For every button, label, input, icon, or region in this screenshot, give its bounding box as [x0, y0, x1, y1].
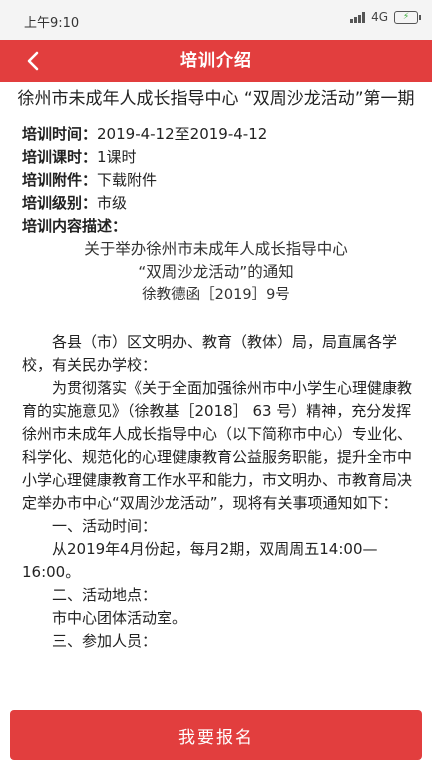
page-title: 培训介绍 [180, 51, 252, 71]
content-area[interactable]: 徐州市未成年人成长指导中心 “双周沙龙活动”第一期 培训时间：2019-4-12… [0, 86, 432, 653]
status-bar: 上午9:10 4G ⚡ [0, 0, 432, 40]
bottom-bar: 我要报名 [0, 706, 432, 768]
status-icons: 4G ⚡ [350, 10, 421, 24]
notice-item-title: 一、活动时间： [52, 517, 158, 535]
status-time: 上午9:10 [24, 16, 80, 31]
meta-row-attachment: 培训附件：下载附件 [22, 169, 412, 192]
meta-label: 培训附件： [22, 171, 98, 189]
notice-item-title: 三、参加人员： [52, 632, 158, 650]
training-title: 徐州市未成年人成长指导中心 “双周沙龙活动”第一期 [17, 89, 415, 109]
meta-label: 培训内容描述： [22, 217, 128, 235]
signup-button[interactable]: 我要报名 [10, 710, 422, 760]
meta-value: 2019-4-12至2019-4-12 [97, 125, 268, 143]
meta-label: 培训课时： [22, 148, 98, 166]
download-attachment-link[interactable]: 下载附件 [97, 171, 157, 189]
notice-body: 关于举办徐州市未成年人成长指导中心 “双周沙龙活动”的通知 徐教德函［2019］… [6, 238, 426, 653]
meta-value: 市级 [97, 194, 128, 212]
notice-item-title: 二、活动地点： [52, 586, 158, 604]
notice-item-text: 从2019年4月份起，每月2期，双周周五14:00—16:00。 [22, 540, 378, 581]
battery-charging-icon: ⚡ [394, 10, 421, 24]
document-number: 徐教德函［2019］9号 [142, 287, 290, 303]
notice-recipients: 各县（市）区文明办、教育（教体）局，局直属各学校，有关民办学校： [22, 333, 398, 374]
app-header: 培训介绍 [0, 40, 432, 82]
network-type: 4G [371, 10, 388, 24]
notice-heading-line1: 关于举办徐州市未成年人成长指导中心 [84, 240, 348, 258]
notice-paragraph: 为贯彻落实《关于全面加强徐州市中小学生心理健康教育的实施意见》（徐教基［2018… [22, 379, 413, 512]
meta-row-hours: 培训课时：1课时 [22, 146, 412, 169]
meta-value: 1课时 [97, 148, 137, 166]
notice-item-text: 市中心团体活动室。 [52, 609, 188, 627]
training-meta: 培训时间：2019-4-12至2019-4-12 培训课时：1课时 培训附件：下… [6, 117, 426, 238]
meta-row-time: 培训时间：2019-4-12至2019-4-12 [22, 123, 412, 146]
meta-label: 培训时间： [22, 125, 98, 143]
meta-row-level: 培训级别：市级 [22, 192, 412, 215]
meta-label: 培训级别： [22, 194, 98, 212]
notice-heading-line2: “双周沙龙活动”的通知 [138, 263, 294, 281]
meta-row-description: 培训内容描述： [22, 215, 412, 238]
signal-icon [350, 11, 366, 23]
